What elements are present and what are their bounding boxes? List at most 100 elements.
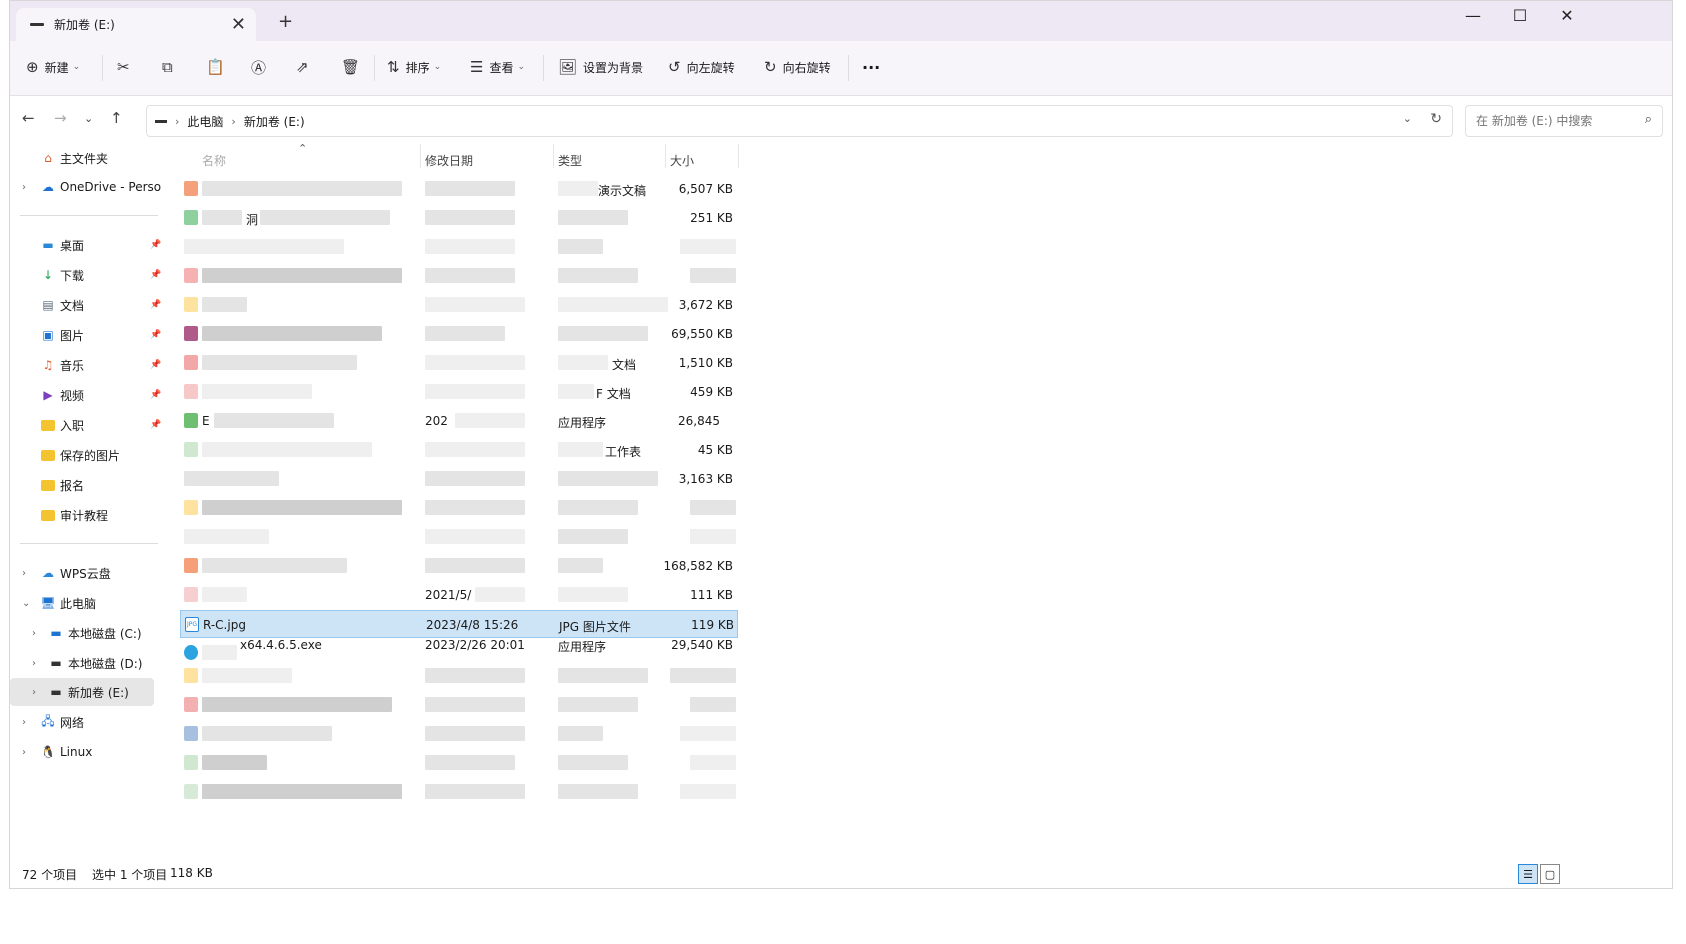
- new-tab-button[interactable]: +: [278, 11, 293, 32]
- sidebar-item-drive-c[interactable]: › ▬ 本地磁盘 (C:): [10, 619, 170, 647]
- address-dropdown-icon[interactable]: ⌄: [1403, 112, 1412, 125]
- rename-button[interactable]: Ⓐ: [251, 56, 272, 78]
- file-row[interactable]: [180, 778, 738, 806]
- sidebar-item-home[interactable]: ⌂ 主文件夹: [10, 144, 170, 172]
- cut-button[interactable]: ✂: [117, 56, 136, 78]
- active-tab[interactable]: 新加卷 (E:) ✕: [16, 8, 256, 41]
- pin-icon[interactable]: 📌: [150, 420, 161, 430]
- column-header-type[interactable]: 类型: [558, 152, 582, 169]
- sidebar-item-folder[interactable]: 报名: [10, 471, 170, 499]
- column-divider[interactable]: [738, 144, 739, 168]
- pin-icon[interactable]: 📌: [150, 270, 161, 280]
- sidebar-item-network[interactable]: › 🖧 网络: [10, 708, 170, 736]
- paste-button[interactable]: 📋: [206, 56, 231, 78]
- close-window-button[interactable]: ✕: [1544, 6, 1590, 25]
- recent-locations-icon[interactable]: ⌄: [84, 112, 93, 125]
- address-bar[interactable]: › 此电脑 › 新加卷 (E:) ⌄ ↻: [146, 105, 1453, 137]
- close-tab-icon[interactable]: ✕: [231, 14, 246, 35]
- expand-chevron-icon[interactable]: ›: [32, 628, 36, 639]
- sidebar-item-pictures[interactable]: ▣ 图片 📌: [10, 321, 170, 349]
- file-row[interactable]: [180, 691, 738, 719]
- collapse-chevron-icon[interactable]: ⌄: [22, 598, 30, 609]
- minimize-button[interactable]: —: [1450, 6, 1496, 25]
- delete-button[interactable]: 🗑: [341, 56, 366, 78]
- sidebar-item-this-pc[interactable]: ⌄ 🖥 此电脑: [10, 589, 170, 617]
- rotate-right-button[interactable]: ↻ 向右旋转: [764, 56, 831, 78]
- file-row[interactable]: 工作表 45 KB: [180, 436, 738, 464]
- column-header-size[interactable]: 大小: [670, 152, 694, 169]
- divider: [374, 55, 375, 81]
- computer-icon: 🖥: [40, 596, 56, 610]
- breadcrumb-drive-e[interactable]: 新加卷 (E:): [244, 113, 305, 130]
- pin-icon[interactable]: 📌: [150, 330, 161, 340]
- share-button[interactable]: ⇗: [296, 56, 315, 78]
- forward-icon[interactable]: →: [54, 109, 67, 127]
- file-row[interactable]: [180, 523, 738, 551]
- expand-chevron-icon[interactable]: ›: [22, 568, 26, 579]
- new-button[interactable]: ⊕ 新建 ⌄: [26, 56, 80, 78]
- refresh-icon[interactable]: ↻: [1430, 111, 1442, 127]
- column-divider[interactable]: [553, 144, 554, 168]
- file-row[interactable]: [180, 494, 738, 522]
- tiles-view-icon[interactable]: ▢: [1540, 864, 1560, 884]
- details-view-icon[interactable]: ☰: [1518, 864, 1538, 884]
- sidebar-item-drive-e[interactable]: › ▬ 新加卷 (E:): [10, 678, 154, 706]
- sidebar-item-downloads[interactable]: ↓ 下载 📌: [10, 261, 170, 289]
- column-header-modified[interactable]: 修改日期: [425, 152, 473, 169]
- file-row[interactable]: 69,550 KB: [180, 320, 738, 348]
- file-row[interactable]: E 202 应用程序 26,845: [180, 407, 738, 435]
- file-row[interactable]: [180, 233, 738, 261]
- rotate-left-button[interactable]: ↺ 向左旋转: [668, 56, 735, 78]
- back-icon[interactable]: ←: [22, 109, 35, 127]
- up-icon[interactable]: ↑: [110, 109, 123, 127]
- sidebar-item-wps-cloud[interactable]: › ☁ WPS云盘: [10, 559, 170, 587]
- sidebar-item-videos[interactable]: ▶ 视频 📌: [10, 381, 170, 409]
- expand-chevron-icon[interactable]: ›: [22, 717, 26, 728]
- sidebar-item-onedrive[interactable]: › ☁ OneDrive - Perso: [10, 173, 170, 201]
- column-divider[interactable]: [420, 144, 421, 168]
- file-row[interactable]: 文档 1,510 KB: [180, 349, 738, 377]
- file-row[interactable]: 168,582 KB: [180, 552, 738, 580]
- set-as-background-button[interactable]: 🖼 设置为背景: [558, 56, 643, 78]
- pin-icon[interactable]: 📌: [150, 240, 161, 250]
- sidebar-item-documents[interactable]: ▤ 文档 📌: [10, 291, 170, 319]
- file-row-selected[interactable]: JPG R-C.jpg 2023/4/8 15:26 JPG 图片文件 119 …: [180, 610, 738, 638]
- file-row[interactable]: 洞 251 KB: [180, 204, 738, 232]
- copy-button[interactable]: ⧉: [162, 56, 179, 78]
- breadcrumb-this-pc[interactable]: 此电脑: [187, 113, 223, 130]
- sidebar-item-linux[interactable]: › 🐧 Linux: [10, 738, 170, 766]
- expand-chevron-icon[interactable]: ›: [32, 658, 36, 669]
- sidebar-item-music[interactable]: ♫ 音乐 📌: [10, 351, 170, 379]
- redacted-date: [425, 500, 525, 515]
- sidebar-item-folder[interactable]: 入职 📌: [10, 411, 170, 439]
- maximize-button[interactable]: ☐: [1497, 6, 1543, 25]
- sidebar-item-folder[interactable]: 审计教程: [10, 501, 170, 529]
- divider: [20, 543, 158, 544]
- expand-chevron-icon[interactable]: ›: [22, 747, 26, 758]
- search-box[interactable]: ⌕: [1465, 105, 1663, 137]
- sort-button[interactable]: ⇅ 排序 ⌄: [387, 56, 441, 78]
- clipboard-icon: 📋: [206, 58, 225, 76]
- sidebar-item-folder[interactable]: 保存的图片: [10, 441, 170, 469]
- sidebar-item-drive-d[interactable]: › ▬ 本地磁盘 (D:): [10, 649, 170, 677]
- file-row[interactable]: 2021/5/ 111 KB: [180, 581, 738, 609]
- file-row[interactable]: 演示文稿 6,507 KB: [180, 175, 738, 203]
- expand-chevron-icon[interactable]: ›: [32, 687, 36, 698]
- expand-chevron-icon[interactable]: ›: [22, 182, 26, 193]
- sidebar-item-desktop[interactable]: ▬ 桌面 📌: [10, 231, 170, 259]
- more-options-button[interactable]: ···: [862, 56, 880, 78]
- view-button[interactable]: ☰ 查看 ⌄: [470, 56, 525, 78]
- file-row[interactable]: F 文档 459 KB: [180, 378, 738, 406]
- file-row[interactable]: [180, 720, 738, 748]
- file-row[interactable]: [180, 662, 738, 690]
- column-divider[interactable]: [665, 144, 666, 168]
- file-row[interactable]: [180, 749, 738, 777]
- search-input[interactable]: [1474, 113, 1638, 129]
- pin-icon[interactable]: 📌: [150, 360, 161, 370]
- pin-icon[interactable]: 📌: [150, 300, 161, 310]
- search-icon[interactable]: ⌕: [1645, 112, 1652, 127]
- pin-icon[interactable]: 📌: [150, 390, 161, 400]
- file-row[interactable]: 3,163 KB: [180, 465, 738, 493]
- file-row[interactable]: 3,672 KB: [180, 291, 738, 319]
- file-row[interactable]: [180, 262, 738, 290]
